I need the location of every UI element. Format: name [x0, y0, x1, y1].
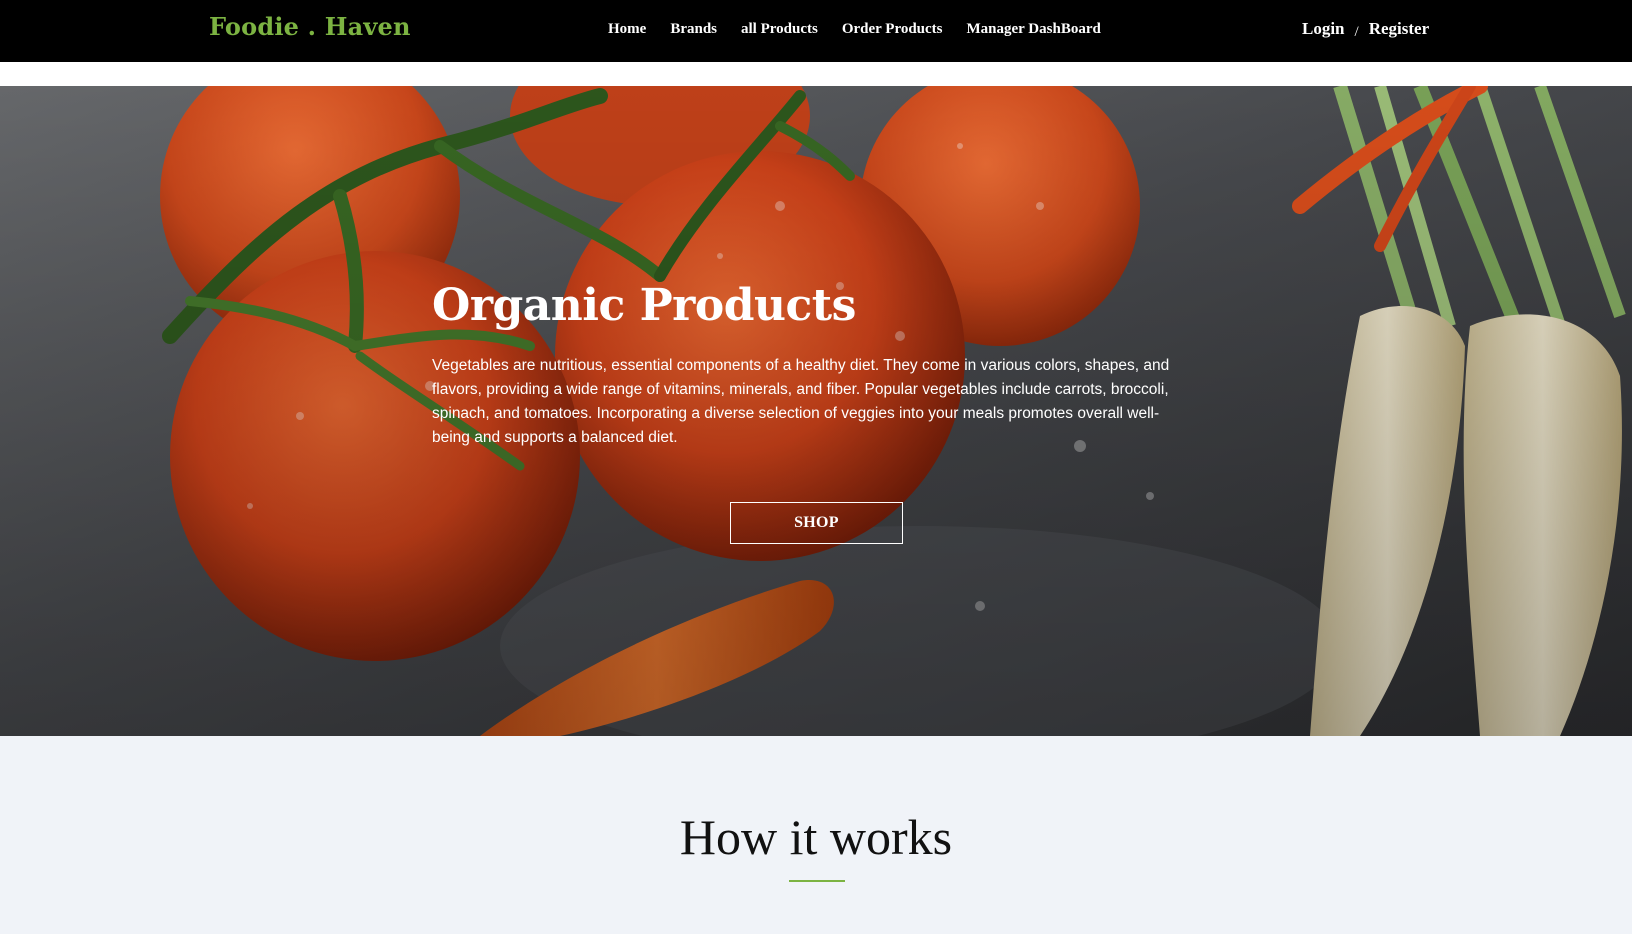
main-nav: Home Brands all Products Order Products …: [608, 21, 1101, 38]
shop-button[interactable]: SHOP: [730, 502, 903, 544]
nav-home-link[interactable]: Home: [608, 21, 646, 38]
login-link[interactable]: Login: [1302, 19, 1345, 39]
brand-logo[interactable]: Foodie . Haven: [209, 12, 411, 41]
nav-order-products-link[interactable]: Order Products: [842, 21, 943, 38]
register-link[interactable]: Register: [1369, 19, 1429, 39]
how-it-works-title: How it works: [679, 809, 953, 865]
title-underline: [789, 880, 845, 882]
auth-links: Login / Register: [1302, 19, 1429, 40]
hero-description: Vegetables are nutritious, essential com…: [432, 357, 1170, 447]
nav-manager-dashboard-link[interactable]: Manager DashBoard: [967, 21, 1101, 38]
auth-separator: /: [1354, 23, 1359, 40]
top-navbar: Foodie . Haven Home Brands all Products …: [0, 0, 1632, 62]
hero-banner: Organic Products Vegetables are nutritio…: [0, 86, 1632, 736]
hero-content: Organic Products Vegetables are nutritio…: [432, 280, 1192, 450]
nav-brands-link[interactable]: Brands: [670, 21, 717, 38]
nav-all-products-link[interactable]: all Products: [741, 21, 818, 38]
hero-title: Organic Products: [432, 280, 856, 331]
how-it-works-section: How it works: [0, 736, 1632, 934]
